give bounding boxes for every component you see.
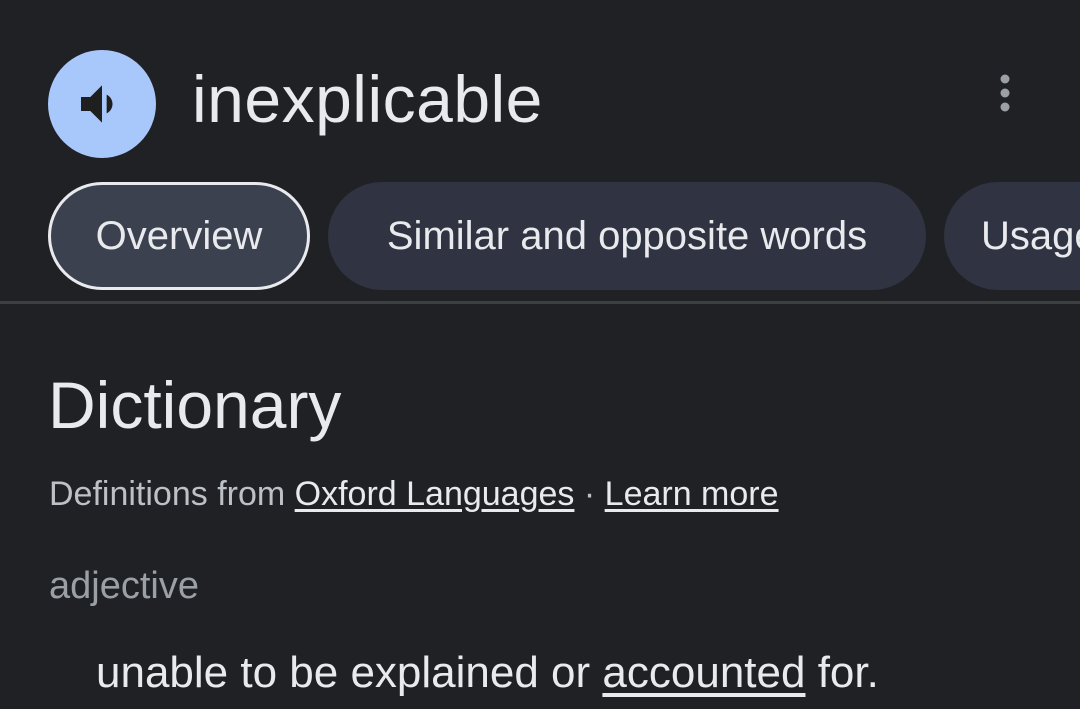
tab-usage[interactable]: Usage bbox=[944, 182, 1080, 290]
tab-overview[interactable]: Overview bbox=[48, 182, 310, 290]
tab-similar-opposite-words[interactable]: Similar and opposite words bbox=[328, 182, 926, 290]
accounted-link[interactable]: accounted bbox=[602, 648, 805, 697]
more-vert-icon bbox=[1000, 74, 1010, 112]
dictionary-page: inexplicable Overview Similar and opposi… bbox=[0, 0, 1080, 709]
definition-after: for. bbox=[817, 648, 879, 697]
more-options-button[interactable] bbox=[980, 66, 1030, 120]
source-attribution: Definitions from Oxford Languages · Lear… bbox=[49, 472, 779, 516]
tab-bar: Overview Similar and opposite words Usag… bbox=[0, 182, 1080, 290]
pronunciation-button[interactable] bbox=[48, 50, 156, 158]
oxford-languages-link[interactable]: Oxford Languages bbox=[295, 475, 575, 513]
word-title: inexplicable bbox=[192, 62, 543, 136]
source-prefix: Definitions from bbox=[49, 475, 286, 513]
definition-before: unable to be explained or bbox=[96, 648, 591, 697]
part-of-speech: adjective bbox=[49, 565, 199, 607]
tab-divider bbox=[0, 301, 1080, 304]
section-title: Dictionary bbox=[48, 368, 342, 442]
source-separator: · bbox=[583, 475, 596, 513]
definition-text: unable to be explained or accounted for. bbox=[96, 646, 879, 700]
learn-more-link[interactable]: Learn more bbox=[605, 475, 779, 513]
volume-up-icon bbox=[81, 85, 113, 123]
